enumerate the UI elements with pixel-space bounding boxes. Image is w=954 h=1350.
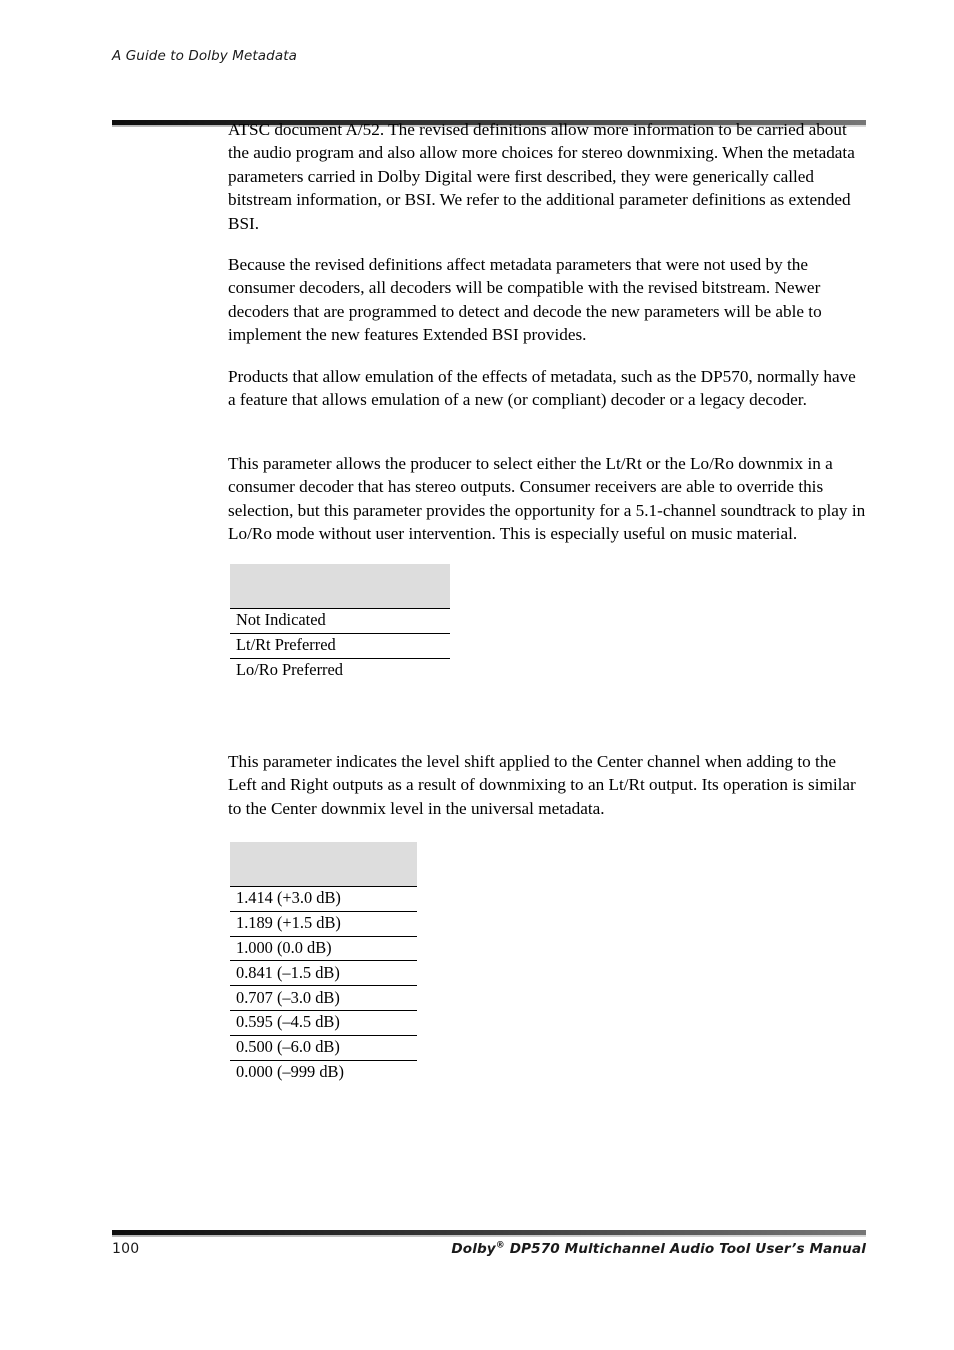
registered-trademark-icon: ® <box>495 1240 505 1251</box>
table-row: 0.707 (–3.0 dB) <box>230 985 417 1011</box>
footer-row: 100 Dolby® DP570 Multichannel Audio Tool… <box>112 1241 866 1257</box>
table-ltrt-center-mix-level: 1.414 (+3.0 dB) 1.189 (+1.5 dB) 1.000 (0… <box>230 842 417 1084</box>
table-cell-value: 1.414 (+3.0 dB) <box>230 886 417 912</box>
document-page: A Guide to Dolby Metadata ATSC document … <box>0 0 954 1350</box>
page-header: A Guide to Dolby Metadata <box>112 48 866 127</box>
table-column-header-preferred-downmix <box>230 564 450 609</box>
section-ltrt-center-mix-level: This parameter indicates the level shift… <box>228 706 866 820</box>
paragraph-atsc-document: ATSC document A/52. The revised definiti… <box>228 120 855 233</box>
table-row: Lt/Rt Preferred <box>230 633 450 659</box>
table-row: 0.841 (–1.5 dB) <box>230 960 417 987</box>
table-row: 0.500 (–6.0 dB) <box>230 1035 417 1061</box>
table-cell-value: 0.000 (–999 dB) <box>236 1061 344 1081</box>
table-row: 1.414 (+3.0 dB) <box>230 886 417 912</box>
running-header-title: A Guide to Dolby Metadata <box>112 48 297 64</box>
table-cell-value: 1.189 (+1.5 dB) <box>230 911 417 937</box>
table-cell-value: 0.707 (–3.0 dB) <box>230 985 417 1011</box>
footer-manual-brand: Dolby <box>451 1241 496 1257</box>
footer-page-number: 100 <box>112 1241 140 1257</box>
table-row: 0.595 (–4.5 dB) <box>230 1010 417 1036</box>
table-preferred-downmix: Not Indicated Lt/Rt Preferred Lo/Ro Pref… <box>230 564 450 682</box>
section-description-ltrt-center-mix-level: This parameter indicates the level shift… <box>228 752 856 818</box>
section-preferred-downmix: This parameter allows the producer to se… <box>228 408 866 546</box>
section-description-preferred-downmix: This parameter allows the producer to se… <box>228 454 866 544</box>
footer-rule-shadow <box>112 1235 866 1237</box>
footer-rule <box>112 1230 866 1237</box>
paragraph-emulation-products: Products that allow emulation of the eff… <box>228 366 856 410</box>
table-cell-value: Lo/Ro Preferred <box>236 659 343 679</box>
table-row: Not Indicated <box>230 608 450 634</box>
intro-text-block: ATSC document A/52. The revised definiti… <box>228 118 866 411</box>
table-row: 1.189 (+1.5 dB) <box>230 911 417 937</box>
paragraph-revised-definitions: Because the revised definitions affect m… <box>228 255 822 345</box>
table-preferred-downmix-wrapper: Not Indicated Lt/Rt Preferred Lo/Ro Pref… <box>230 564 450 682</box>
table-cell-value: Lt/Rt Preferred <box>230 633 450 659</box>
table-header-row <box>230 564 450 609</box>
table-row: Lo/Ro Preferred <box>230 658 450 682</box>
table-cell-value: 1.000 (0.0 dB) <box>230 936 417 962</box>
footer-manual-product: DP570 Multichannel Audio Tool User’s Man… <box>504 1241 866 1257</box>
table-header-row <box>230 842 417 887</box>
table-cell-value: 0.595 (–4.5 dB) <box>230 1010 417 1036</box>
table-row: 0.000 (–999 dB) <box>230 1060 417 1084</box>
table-row: 1.000 (0.0 dB) <box>230 936 417 962</box>
footer-manual-title: Dolby® DP570 Multichannel Audio Tool Use… <box>451 1241 866 1257</box>
table-ltrt-center-mix-level-wrapper: 1.414 (+3.0 dB) 1.189 (+1.5 dB) 1.000 (0… <box>230 842 417 1084</box>
table-cell-value: 0.500 (–6.0 dB) <box>230 1035 417 1061</box>
table-column-header-ltrt-center-mix-level <box>230 842 417 887</box>
table-cell-value: 0.841 (–1.5 dB) <box>230 960 417 987</box>
table-cell-value: Not Indicated <box>230 608 450 634</box>
